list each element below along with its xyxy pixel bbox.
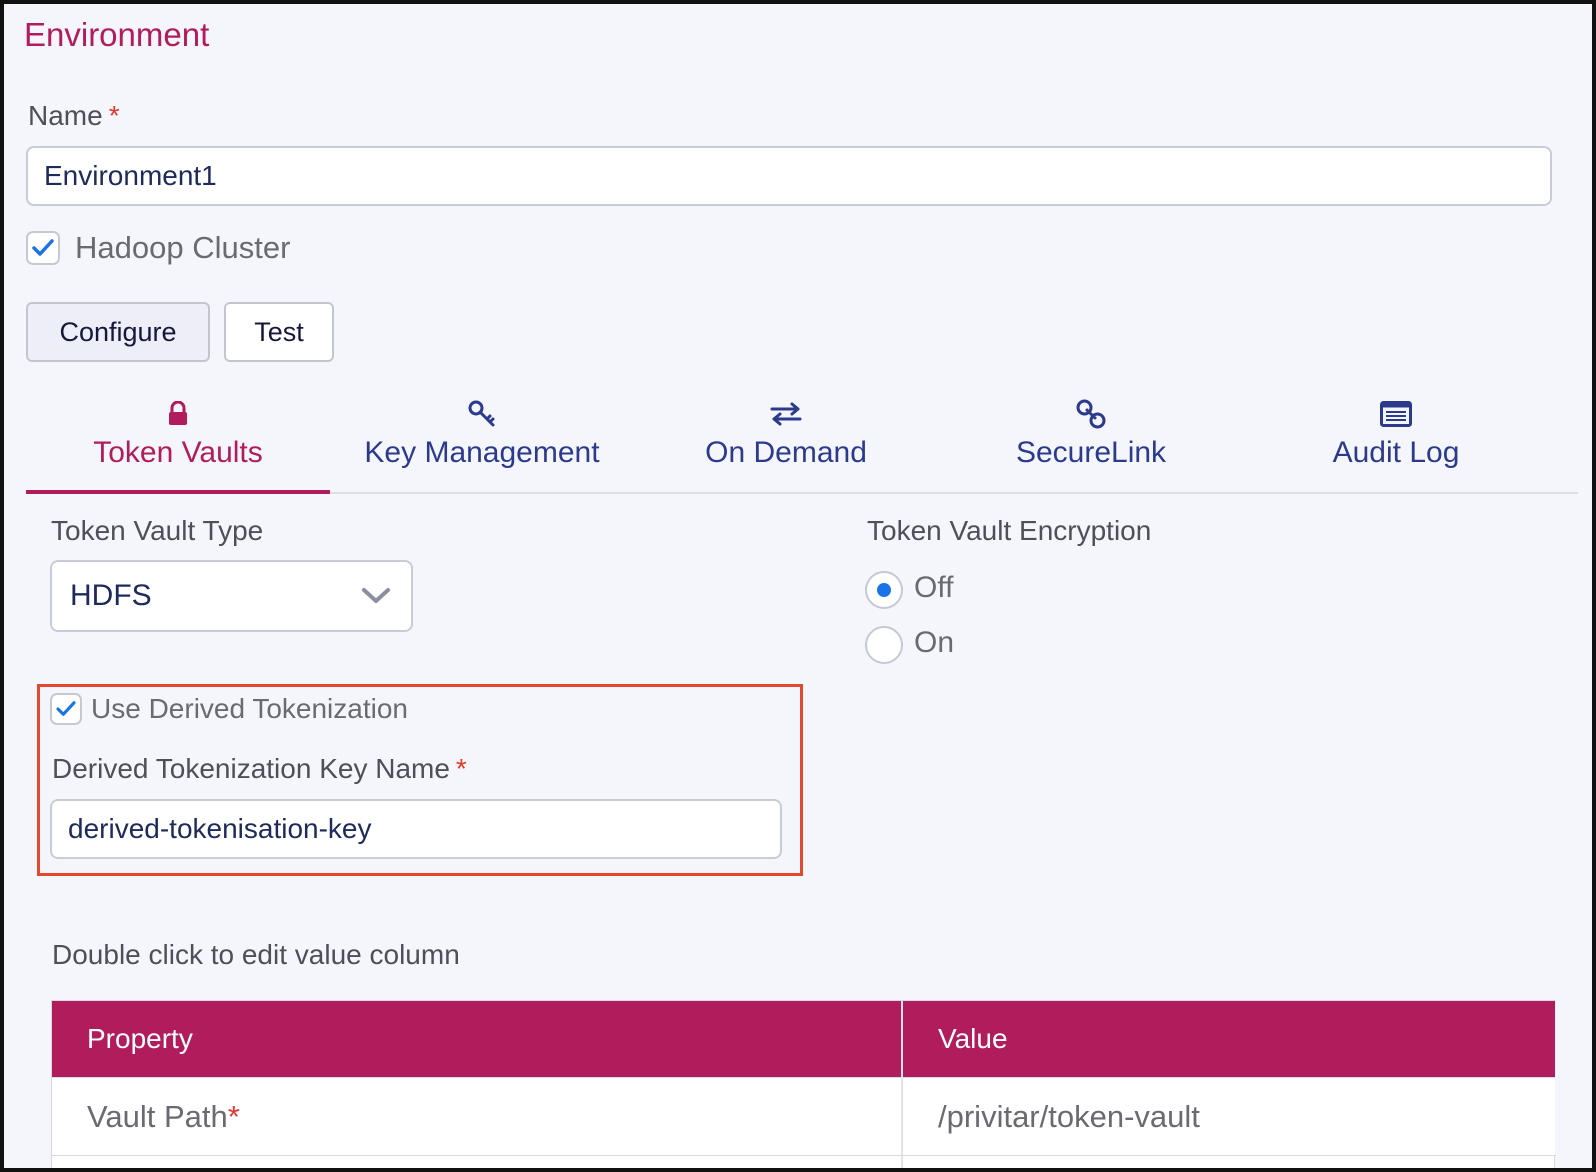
- properties-table: Property Value Vault Path * /privitar/tok…: [51, 1000, 1556, 1168]
- cell-value[interactable]: /privitar/token-vault: [903, 1077, 1555, 1155]
- encryption-off-radio[interactable]: [865, 571, 903, 609]
- token-vault-type-label: Token Vault Type: [51, 515, 264, 546]
- property-name: Vault Path: [87, 1098, 228, 1134]
- table-hint: Double click to edit value column: [52, 939, 460, 970]
- hadoop-cluster-checkbox[interactable]: [26, 231, 60, 265]
- hadoop-cluster-label: Hadoop Cluster: [75, 230, 291, 265]
- tab-key-management[interactable]: Key Management: [330, 392, 634, 492]
- derived-key-name-label-text: Derived Tokenization Key Name: [52, 753, 450, 784]
- checkmark-icon: [32, 239, 54, 256]
- encryption-off-label: Off: [914, 571, 954, 604]
- column-divider: [901, 1001, 903, 1168]
- radio-selected-dot: [877, 583, 891, 597]
- key-icon: [467, 398, 497, 430]
- tab-bar: Token Vaults Key Management On Demand Se…: [26, 392, 1578, 494]
- tab-audit-log[interactable]: Audit Log: [1244, 392, 1548, 492]
- checkmark-icon: [56, 701, 76, 716]
- list-icon: [1380, 398, 1412, 430]
- tab-label: Key Management: [364, 436, 600, 469]
- chevron-down-icon: [362, 588, 390, 603]
- section-title: Environment: [24, 16, 210, 53]
- required-asterisk: *: [108, 100, 120, 131]
- tab-securelink[interactable]: SecureLink: [939, 392, 1243, 492]
- token-vault-type-value: HDFS: [70, 579, 152, 612]
- use-derived-tokenization-checkbox[interactable]: [50, 693, 82, 725]
- column-header-property: Property: [52, 1001, 902, 1077]
- tab-label: SecureLink: [1015, 436, 1167, 469]
- derived-key-name-label: Derived Tokenization Key Name *: [52, 753, 467, 785]
- cell-property: Vault Path *: [52, 1077, 902, 1155]
- required-asterisk: *: [455, 753, 467, 784]
- column-header-value: Value: [903, 1001, 1555, 1077]
- test-button[interactable]: Test: [224, 302, 334, 362]
- derived-key-name-input[interactable]: derived-tokenisation-key: [50, 799, 782, 859]
- tab-on-demand[interactable]: On Demand: [634, 392, 938, 492]
- name-label: Name *: [28, 100, 120, 132]
- configure-button[interactable]: Configure: [26, 302, 210, 362]
- token-vault-type-select[interactable]: HDFS: [50, 560, 413, 632]
- tab-label: Audit Log: [1332, 436, 1460, 469]
- required-asterisk: *: [227, 1098, 240, 1134]
- tab-token-vaults[interactable]: Token Vaults: [26, 392, 330, 494]
- tab-label: On Demand: [705, 436, 867, 469]
- name-input[interactable]: Environment1: [26, 146, 1552, 206]
- tab-label: Token Vaults: [93, 436, 263, 469]
- environment-panel: Environment Name * Environment1 Hadoop Cl…: [0, 0, 1596, 1172]
- encryption-on-label: On: [914, 626, 955, 659]
- use-derived-tokenization-label: Use Derived Tokenization: [91, 693, 408, 724]
- arrows-exchange-icon: [770, 398, 802, 430]
- name-label-text: Name: [28, 100, 103, 131]
- encryption-on-radio[interactable]: [865, 626, 903, 664]
- link-icon: [1076, 398, 1106, 430]
- token-vault-encryption-label: Token Vault Encryption: [867, 515, 1152, 546]
- lock-icon: [167, 398, 189, 430]
- row-divider: [52, 1155, 1556, 1156]
